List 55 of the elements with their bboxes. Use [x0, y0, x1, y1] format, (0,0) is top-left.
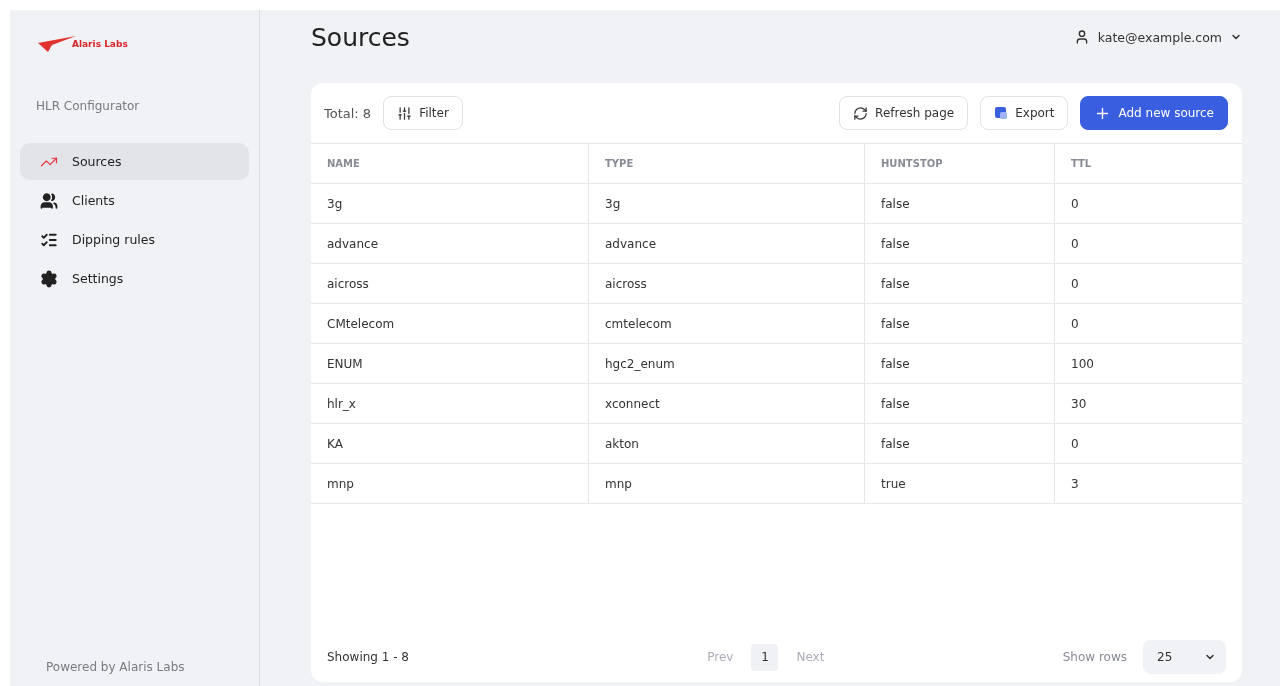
table-cell: false — [864, 304, 1054, 343]
table-cell: false — [864, 344, 1054, 383]
nav-item[interactable]: Dipping rules — [20, 221, 249, 258]
table-cell: 30 — [1054, 384, 1242, 423]
settings-icon — [40, 269, 58, 288]
table-cell: false — [864, 264, 1054, 303]
filter-button[interactable]: Filter — [383, 96, 463, 130]
page-number[interactable]: 1 — [751, 643, 779, 671]
table-cell: 0 — [1054, 224, 1242, 263]
table-cell-text: advance — [326, 235, 379, 253]
table-cell: false — [864, 424, 1054, 463]
table-cell: 100 — [1054, 344, 1242, 383]
add-source-button[interactable]: Add new source — [1080, 96, 1228, 130]
refresh-icon — [853, 105, 869, 121]
page-title: Sources — [311, 22, 410, 52]
table-cell: false — [864, 184, 1054, 223]
sliders-icon — [397, 105, 413, 121]
table-cell-text: ENUM — [326, 355, 364, 373]
users-icon — [40, 191, 58, 210]
nav-item[interactable]: Settings — [20, 260, 249, 297]
table-cell-text: 3g — [326, 195, 344, 213]
table-cell-text: KA — [326, 435, 344, 453]
export-button[interactable]: Export — [980, 96, 1069, 130]
table-cell: true — [864, 464, 1054, 503]
table-cell: aicross — [588, 264, 864, 303]
app-name: HLR Configurator — [35, 99, 141, 113]
table-cell: 3 — [1054, 464, 1242, 503]
export-icon — [994, 106, 1009, 120]
table-cell: xconnect — [588, 384, 864, 423]
table-cell: 0 — [1054, 264, 1242, 303]
table-cell-text: CMtelecom — [326, 315, 396, 333]
table-cell: false — [864, 384, 1054, 423]
user-menu[interactable]: kate@example.com — [1073, 29, 1242, 45]
logo-text: Alaris Labs — [72, 39, 128, 49]
table-cell: 0 — [1054, 304, 1242, 343]
table-cell: mnp — [588, 464, 864, 503]
nav-item[interactable]: Clients — [20, 182, 249, 219]
rows-select[interactable]: 25 — [1143, 640, 1226, 674]
footer-text: Powered by Alaris Labs — [45, 660, 186, 674]
table-cell-text: aicross — [326, 275, 370, 293]
refresh-button[interactable]: Refresh page — [839, 96, 969, 130]
table-cell-text: hlr_x — [326, 395, 357, 413]
rows-label: Show rows — [1062, 650, 1127, 664]
table-cell: cmtelecom — [588, 304, 864, 343]
table-cell-text: mnp — [326, 475, 355, 493]
total-count: Total: 8 — [324, 105, 372, 121]
table-cell: 0 — [1054, 184, 1242, 223]
table-cell: false — [864, 224, 1054, 263]
nav-item[interactable]: Sources — [20, 143, 249, 180]
table-cell: 0 — [1054, 424, 1242, 463]
table-cell: 3g — [588, 184, 864, 223]
table-cell: akton — [588, 424, 864, 463]
table-cell: advance — [588, 224, 864, 263]
showing-range: Showing 1 - 8 — [327, 650, 409, 664]
table-cell: hgc2_enum — [588, 344, 864, 383]
